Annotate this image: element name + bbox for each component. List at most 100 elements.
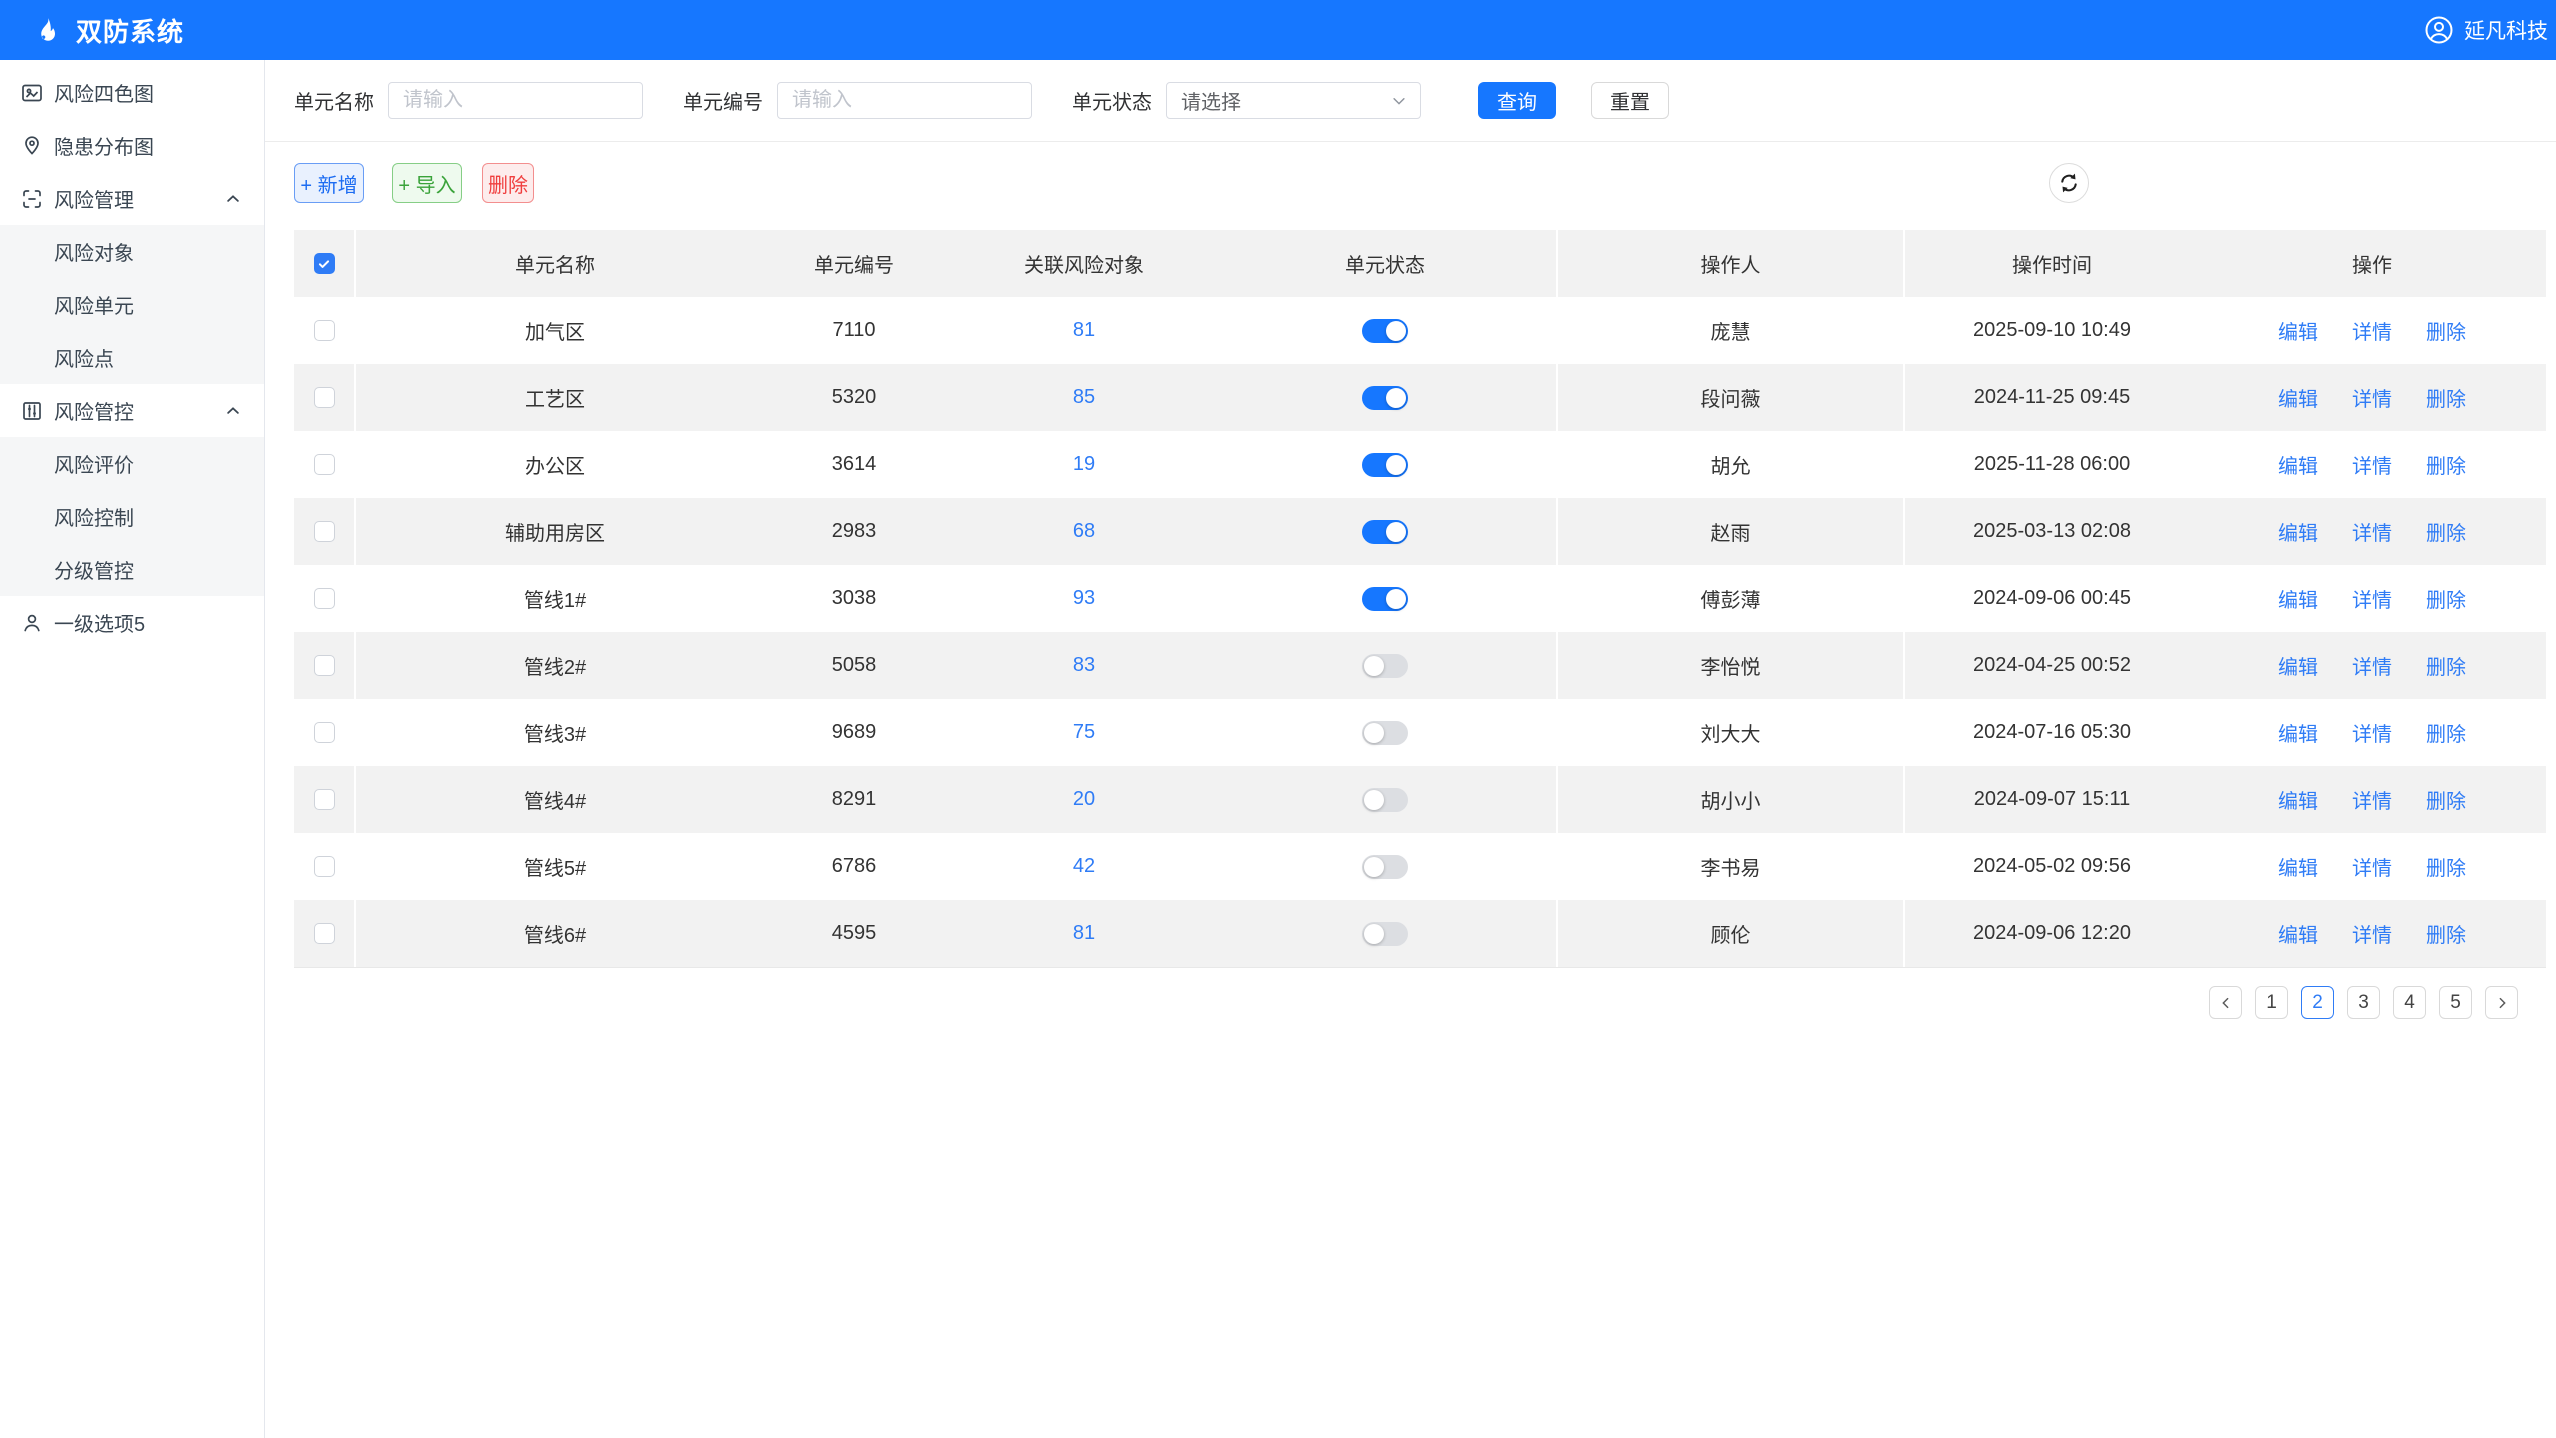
import-button[interactable]: + 导入 [392,163,462,203]
row-checkbox[interactable] [314,655,335,676]
search-button[interactable]: 查询 [1478,82,1556,119]
unit-status-toggle[interactable] [1362,721,1408,745]
unit-status-toggle[interactable] [1362,386,1408,410]
sidebar-item-risk-object[interactable]: 风险对象 [0,225,264,278]
unit-status-toggle[interactable] [1362,855,1408,879]
select-value: 请选择 [1181,86,1241,115]
details-link[interactable]: 详情 [2352,718,2392,747]
unit-status-toggle[interactable] [1362,654,1408,678]
unit-status-toggle[interactable] [1362,788,1408,812]
page-button-5[interactable]: 5 [2439,986,2472,1019]
linked-risk-objects-link[interactable]: 75 [1073,721,1095,744]
linked-risk-objects-link[interactable]: 81 [1073,319,1095,342]
unit-status-toggle[interactable] [1362,520,1408,544]
linked-risk-objects-link[interactable]: 20 [1073,788,1095,811]
linked-risk-objects-link[interactable]: 85 [1073,386,1095,409]
row-checkbox[interactable] [314,789,335,810]
details-link[interactable]: 详情 [2352,919,2392,948]
edit-link[interactable]: 编辑 [2278,450,2318,479]
edit-link[interactable]: 编辑 [2278,517,2318,546]
delete-link[interactable]: 删除 [2426,852,2466,881]
edit-link[interactable]: 编辑 [2278,651,2318,680]
delete-link[interactable]: 删除 [2426,584,2466,613]
details-link[interactable]: 详情 [2352,785,2392,814]
delete-link[interactable]: 删除 [2426,383,2466,412]
row-checkbox[interactable] [314,454,335,475]
unit-status-toggle[interactable] [1362,319,1408,343]
delete-button[interactable]: 删除 [482,163,534,203]
details-link[interactable]: 详情 [2352,383,2392,412]
delete-link[interactable]: 删除 [2426,517,2466,546]
delete-link[interactable]: 删除 [2426,651,2466,680]
toggle-knob [1364,924,1384,944]
page-button-2[interactable]: 2 [2301,986,2334,1019]
linked-risk-objects-link[interactable]: 83 [1073,654,1095,677]
edit-link[interactable]: 编辑 [2278,718,2318,747]
unit-code-cell: 5320 [754,364,954,431]
reset-button[interactable]: 重置 [1591,82,1669,119]
toggle-knob [1386,455,1406,475]
user-menu[interactable]: 延凡科技 [2424,15,2548,45]
sidebar-item-graded-control[interactable]: 分级管控 [0,543,264,596]
unit-code-input[interactable] [777,82,1032,119]
edit-link[interactable]: 编辑 [2278,383,2318,412]
next-page-button[interactable] [2485,986,2518,1019]
chevron-right-icon [2494,995,2510,1011]
edit-link[interactable]: 编辑 [2278,919,2318,948]
delete-link[interactable]: 删除 [2426,450,2466,479]
edit-link[interactable]: 编辑 [2278,852,2318,881]
row-checkbox[interactable] [314,521,335,542]
sidebar-item-hazard-distribution-map[interactable]: 隐患分布图 [0,119,264,172]
sidebar-item-risk-point[interactable]: 风险点 [0,331,264,384]
sidebar-item-risk-four-color-map[interactable]: 风险四色图 [0,66,264,119]
linked-risk-objects-link[interactable]: 93 [1073,587,1095,610]
details-link[interactable]: 详情 [2352,316,2392,345]
add-button[interactable]: + 新增 [294,163,364,203]
linked-risk-objects-link[interactable]: 68 [1073,520,1095,543]
unit-status-toggle[interactable] [1362,587,1408,611]
column-header-unit-name: 单元名称 [354,230,754,297]
delete-link[interactable]: 删除 [2426,919,2466,948]
unit-status-toggle[interactable] [1362,922,1408,946]
select-all-checkbox[interactable] [314,253,335,274]
unit-status-toggle[interactable] [1362,453,1408,477]
edit-link[interactable]: 编辑 [2278,785,2318,814]
details-link[interactable]: 详情 [2352,517,2392,546]
delete-link[interactable]: 删除 [2426,316,2466,345]
sidebar-item-risk-unit[interactable]: 风险单元 [0,278,264,331]
sidebar-item-risk-control[interactable]: 风险控制 [0,490,264,543]
row-checkbox[interactable] [314,856,335,877]
operator-cell: 顾伦 [1556,900,1903,967]
linked-risk-objects-link[interactable]: 19 [1073,453,1095,476]
details-link[interactable]: 详情 [2352,584,2392,613]
page-button-4[interactable]: 4 [2393,986,2426,1019]
prev-page-button[interactable] [2209,986,2242,1019]
linked-risk-objects-link[interactable]: 81 [1073,922,1095,945]
sidebar-item-risk-control-group[interactable]: 风险管控 [0,384,264,437]
sidebar-item-level1-option5[interactable]: 一级选项5 [0,596,264,649]
page-button-1[interactable]: 1 [2255,986,2288,1019]
row-checkbox[interactable] [314,588,335,609]
edit-link[interactable]: 编辑 [2278,584,2318,613]
row-checkbox[interactable] [314,387,335,408]
page-button-3[interactable]: 3 [2347,986,2380,1019]
details-link[interactable]: 详情 [2352,852,2392,881]
unit-status-select[interactable]: 请选择 [1166,82,1421,119]
unit-name-cell: 管线4# [354,766,754,833]
linked-risk-objects-link[interactable]: 42 [1073,855,1095,878]
row-checkbox[interactable] [314,923,335,944]
unit-name-input[interactable] [388,82,643,119]
table-row: 工艺区 5320 85 段问薇 2024-11-25 09:45 编辑详情删除 [294,364,2546,431]
sidebar-item-risk-evaluation[interactable]: 风险评价 [0,437,264,490]
edit-link[interactable]: 编辑 [2278,316,2318,345]
details-link[interactable]: 详情 [2352,450,2392,479]
delete-link[interactable]: 删除 [2426,718,2466,747]
table-row: 加气区 7110 81 庞慧 2025-09-10 10:49 编辑详情删除 [294,297,2546,364]
delete-link[interactable]: 删除 [2426,785,2466,814]
row-checkbox[interactable] [314,722,335,743]
refresh-button[interactable] [2049,163,2089,203]
risk-control-submenu: 风险评价 风险控制 分级管控 [0,437,264,596]
sidebar-item-risk-management[interactable]: 风险管理 [0,172,264,225]
details-link[interactable]: 详情 [2352,651,2392,680]
row-checkbox[interactable] [314,320,335,341]
